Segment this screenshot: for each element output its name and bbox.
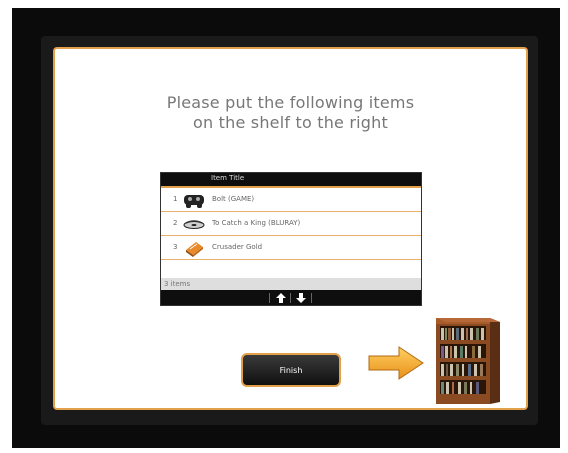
scroll-down-icon[interactable] bbox=[294, 292, 308, 304]
item-count-bar: 3 items bbox=[161, 278, 421, 290]
bluray-disc-icon bbox=[183, 220, 205, 229]
list-item[interactable]: 3 Crusader Gold bbox=[161, 236, 421, 260]
item-count: 3 items bbox=[164, 280, 191, 288]
game-controller-icon bbox=[184, 195, 204, 208]
item-number: 2 bbox=[173, 219, 178, 227]
footer-divider bbox=[311, 293, 312, 303]
list-item[interactable]: 1 Bolt (GAME) bbox=[161, 188, 421, 212]
list-item[interactable]: 2 To Catch a King (BLURAY) bbox=[161, 212, 421, 236]
item-number: 3 bbox=[173, 243, 178, 251]
scroll-up-icon[interactable] bbox=[274, 292, 288, 304]
item-title: Bolt (GAME) bbox=[212, 195, 255, 203]
item-title: Crusader Gold bbox=[212, 243, 263, 251]
footer-divider bbox=[269, 293, 270, 303]
book-icon bbox=[186, 242, 203, 257]
column-header-item-title: Item Title bbox=[211, 174, 245, 182]
item-title: To Catch a King (BLURAY) bbox=[212, 219, 301, 227]
footer-divider bbox=[290, 293, 291, 303]
item-list-footer bbox=[161, 290, 421, 305]
item-list-header: Item Title bbox=[161, 173, 421, 188]
arrow-right-icon bbox=[368, 346, 424, 380]
finish-button[interactable]: Finish bbox=[241, 353, 341, 387]
instruction-text: Please put the following items on the sh… bbox=[55, 93, 526, 133]
item-list: Item Title 1 Bolt (GAME) 2 To Catch a Ki… bbox=[160, 172, 422, 306]
bookshelf-icon bbox=[436, 318, 500, 404]
instruction-line-1: Please put the following items bbox=[166, 93, 415, 112]
item-number: 1 bbox=[173, 195, 178, 203]
instruction-line-2: on the shelf to the right bbox=[193, 113, 388, 132]
